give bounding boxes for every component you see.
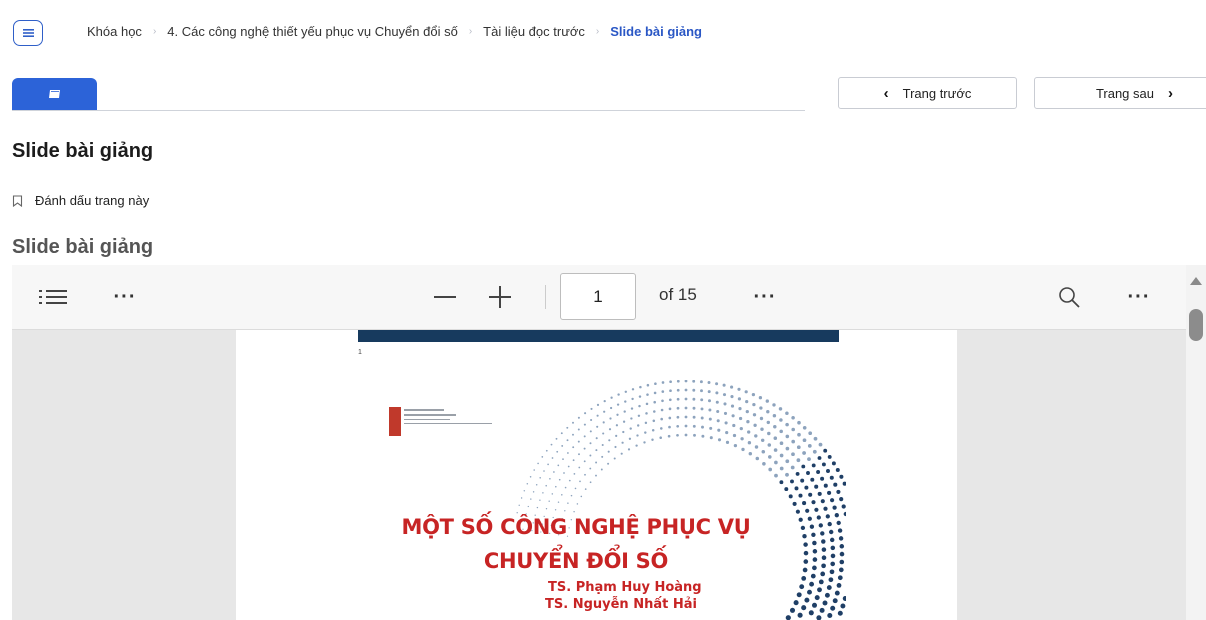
tab-unit-document[interactable] bbox=[12, 78, 97, 110]
breadcrumb: Khóa học › 4. Các công nghệ thiết yếu ph… bbox=[87, 24, 702, 39]
breadcrumb-item-courses[interactable]: Khóa học bbox=[87, 24, 142, 39]
next-page-label: Trang sau bbox=[1095, 85, 1154, 101]
breadcrumb-separator-icon: › bbox=[595, 26, 600, 37]
page-title: Slide bài giảng bbox=[12, 140, 154, 162]
top-bar: Khóa học › 4. Các công nghệ thiết yếu ph… bbox=[0, 0, 1206, 66]
university-logo-icon bbox=[389, 407, 401, 436]
unit-tab-row: ‹ Trang trước Trang sau › bbox=[0, 76, 1206, 116]
chevron-right-icon: › bbox=[1168, 84, 1173, 102]
previous-page-button[interactable]: ‹ Trang trước bbox=[838, 77, 1017, 109]
slide-author-1: TS. Phạm Huy Hoàng bbox=[548, 580, 702, 595]
scrollbar-thumb[interactable] bbox=[1189, 309, 1203, 341]
toolbar-divider bbox=[545, 285, 546, 309]
hamburger-icon bbox=[22, 29, 34, 37]
slide-header-band bbox=[358, 330, 839, 342]
section-title: Slide bài giảng bbox=[12, 236, 154, 258]
breadcrumb-separator-icon: › bbox=[468, 26, 473, 37]
zoom-in-icon[interactable] bbox=[486, 284, 514, 310]
slide-title-line2: CHUYỂN ĐỔI SỐ bbox=[483, 549, 669, 573]
outline-icon[interactable] bbox=[36, 284, 70, 310]
previous-page-label: Trang trước bbox=[902, 85, 972, 101]
breadcrumb-item-course[interactable]: 4. Các công nghệ thiết yếu phục vụ Chuyể… bbox=[167, 24, 458, 39]
vertical-scrollbar[interactable] bbox=[1186, 265, 1206, 620]
menu-toggle-button[interactable] bbox=[13, 20, 43, 46]
more-page-options-icon[interactable]: ··· bbox=[748, 285, 782, 309]
page-count-label: of 15 bbox=[659, 285, 697, 304]
zoom-out-icon[interactable] bbox=[430, 285, 460, 309]
slide-author-2: TS. Nguyễn Nhất Hải bbox=[545, 597, 697, 612]
pdf-page: 1 MỘT SỐ CÔNG NGHỆ PHỤC VỤ CHUYỂN ĐỔI SỐ… bbox=[236, 330, 957, 620]
scroll-up-arrow-icon[interactable] bbox=[1190, 277, 1202, 285]
more-tools-icon[interactable]: ··· bbox=[1122, 285, 1156, 309]
bookmark-icon bbox=[12, 194, 23, 207]
more-options-icon[interactable]: ··· bbox=[108, 285, 142, 309]
tab-divider bbox=[12, 110, 805, 111]
bookmark-label: Đánh dấu trang này bbox=[35, 193, 150, 208]
slide-number: 1 bbox=[358, 349, 362, 356]
page-number-input[interactable]: 1 bbox=[560, 273, 636, 320]
breadcrumb-separator-icon: › bbox=[152, 26, 157, 37]
chevron-left-icon: ‹ bbox=[883, 84, 889, 102]
slide-title-line1: MỘT SỐ CÔNG NGHỆ PHỤC VỤ bbox=[401, 515, 751, 539]
university-logo-text bbox=[404, 409, 499, 436]
slide-title: MỘT SỐ CÔNG NGHỆ PHỤC VỤ CHUYỂN ĐỔI SỐ bbox=[376, 510, 776, 578]
search-icon[interactable] bbox=[1055, 284, 1083, 310]
breadcrumb-item-section[interactable]: Tài liệu đọc trước bbox=[483, 24, 585, 39]
next-page-button[interactable]: Trang sau › bbox=[1034, 77, 1206, 109]
book-icon bbox=[49, 90, 60, 98]
pdf-toolbar: ··· 1 of 15 ··· ··· bbox=[12, 265, 1186, 330]
bookmark-button[interactable]: Đánh dấu trang này bbox=[12, 193, 149, 208]
pdf-viewer: ··· 1 of 15 ··· ··· 1 MỘT SỐ CÔNG NGHỆ P… bbox=[12, 265, 1206, 620]
breadcrumb-current: Slide bài giảng bbox=[610, 24, 703, 39]
